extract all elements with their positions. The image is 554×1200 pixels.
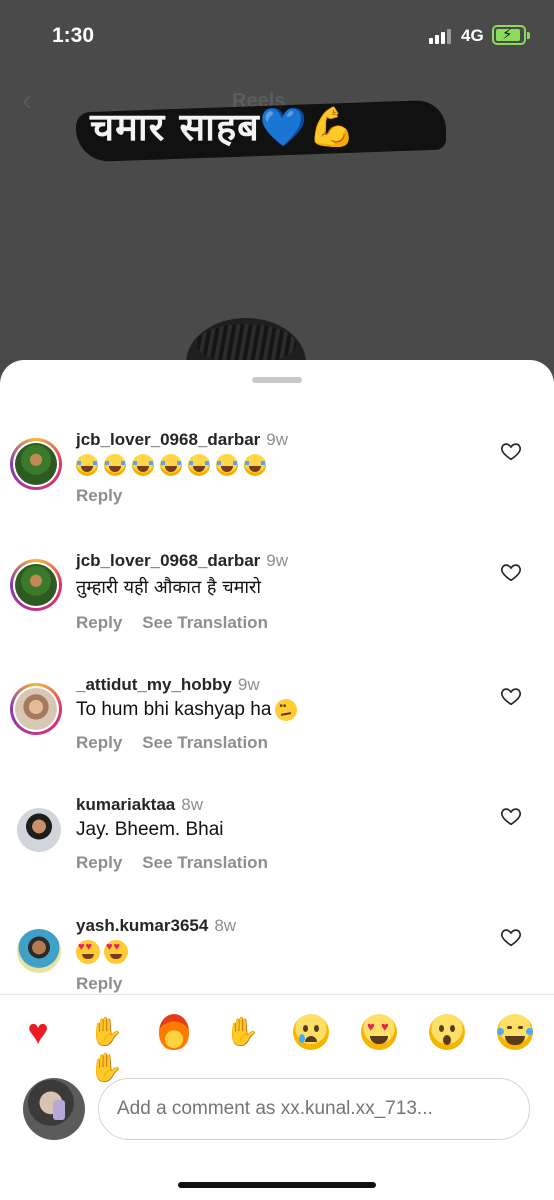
avatar[interactable] [17, 929, 61, 973]
avatar[interactable] [10, 559, 62, 611]
comments-sheet: jcb_lover_0968_darbar 9w Reply jcb_lover_… [0, 360, 554, 1200]
like-heart-icon[interactable] [500, 685, 522, 707]
comment-item: jcb_lover_0968_darbar 9w तुम्हारी यही औका… [0, 549, 554, 659]
home-indicator[interactable] [178, 1182, 376, 1188]
comment-age: 9w [237, 675, 260, 694]
comment-text: To hum bhi kashyap ha [76, 699, 298, 721]
see-translation-link[interactable]: See Translation [142, 733, 268, 752]
comment-item: _attidut_my_hobby 9w To hum bhi kashyap h… [0, 673, 554, 783]
raising-hands-emoji-icon[interactable]: ✋✋ [88, 1014, 124, 1083]
comment-username[interactable]: _attidut_my_hobby 9w [76, 675, 260, 695]
comment-item: yash.kumar36548w Reply [0, 914, 554, 1024]
avatar[interactable] [10, 683, 62, 735]
comment-age: 9w [266, 551, 289, 570]
banner-text: चमार साहब💙💪 [90, 100, 357, 152]
see-translation-link[interactable]: See Translation [142, 613, 268, 632]
comment-item: jcb_lover_0968_darbar 9w Reply [0, 428, 554, 538]
fire-emoji-icon[interactable] [156, 1014, 192, 1050]
comment-username[interactable]: jcb_lover_0968_darbar 9w [76, 430, 288, 450]
comment-input[interactable] [98, 1078, 530, 1140]
avatar[interactable] [10, 438, 62, 490]
battery-charging-icon: ⚡ [492, 25, 530, 45]
quick-reaction-bar: ♥ ✋✋ ✋ [0, 1010, 554, 1083]
red-heart-emoji-icon[interactable]: ♥ [20, 1014, 56, 1050]
comment-age: 8w [214, 916, 237, 935]
raised-eyebrow-emoji-icon [275, 699, 298, 721]
see-translation-link[interactable]: See Translation [142, 853, 268, 872]
like-heart-icon[interactable] [500, 805, 522, 827]
like-heart-icon[interactable] [500, 440, 522, 462]
comment-age: 9w [266, 430, 289, 449]
banner-caption: चमार साहब [90, 105, 260, 149]
sheet-grabber-handle[interactable] [252, 377, 302, 383]
crying-face-emoji-icon[interactable] [293, 1014, 329, 1050]
status-time: 1:30 [52, 24, 95, 47]
surprised-face-emoji-icon[interactable] [429, 1014, 465, 1050]
network-type: 4G [461, 26, 484, 45]
like-heart-icon[interactable] [500, 926, 522, 948]
clapping-hands-emoji-icon[interactable]: ✋ [224, 1014, 260, 1050]
back-arrow-icon[interactable]: ‹ [22, 84, 48, 118]
reply-button[interactable]: Reply [76, 974, 122, 993]
banner-emoji: 💙💪 [259, 105, 357, 149]
comment-text: Jay. Bheem. Bhai [76, 819, 224, 840]
comment-username[interactable]: yash.kumar3654 8w [76, 916, 236, 936]
comment-text [76, 454, 272, 476]
tears-of-joy-emoji-icon[interactable] [497, 1014, 533, 1050]
comment-age: 8w [181, 795, 203, 814]
comment-text [76, 940, 132, 964]
comment-username[interactable]: jcb_lover_0968_darbar 9w [76, 551, 288, 571]
reply-button[interactable]: Reply [76, 486, 122, 505]
reply-button[interactable]: Reply [76, 613, 122, 632]
divider [0, 994, 554, 995]
like-heart-icon[interactable] [500, 561, 522, 583]
current-user-avatar [23, 1078, 85, 1140]
comment-text: तुम्हारी यही औकात है चमारो [76, 577, 262, 598]
reply-button[interactable]: Reply [76, 733, 122, 752]
cellular-signal-icon [429, 28, 451, 44]
comment-item: kumariaktaa 8w Jay. Bheem. Bhai Reply See … [0, 793, 554, 903]
reel-banner: चमार साहब💙💪 [76, 96, 446, 163]
heart-eyes-emoji-icon[interactable] [361, 1014, 397, 1050]
comment-username[interactable]: kumariaktaa 8w [76, 795, 203, 815]
reply-button[interactable]: Reply [76, 853, 122, 872]
avatar[interactable] [17, 808, 61, 852]
status-bar: 1:30 4G ⚡ [0, 0, 554, 70]
